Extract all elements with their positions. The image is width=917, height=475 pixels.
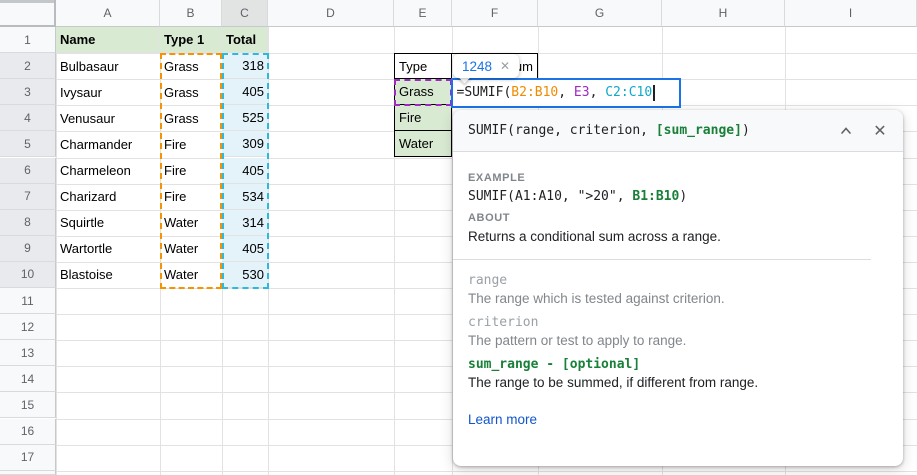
formula-token: , — [590, 85, 606, 100]
popup-actions: ✕ — [837, 122, 889, 140]
text-caret — [653, 85, 655, 101]
about-text: Returns a conditional sum across a range… — [468, 229, 887, 244]
function-signature: SUMIF(range, criterion, [sum_range]) — [468, 123, 837, 138]
example-sum-range: B1:B10 — [632, 189, 679, 204]
row-header-3[interactable]: 3 — [0, 79, 56, 105]
row-header-2[interactable]: 2 — [0, 53, 56, 79]
example-code: SUMIF(A1:A10, ">20", B1:B10) — [468, 189, 887, 204]
cell-A2[interactable]: Bulbasaur — [56, 53, 160, 79]
corner-strip — [0, 0, 54, 3]
row-header-15[interactable]: 15 — [0, 392, 56, 418]
param-name-sum-range: sum_range - [optional] — [468, 357, 887, 372]
column-header-A[interactable]: A — [56, 0, 160, 27]
result-preview-value: 1248 — [462, 59, 492, 74]
popup-divider — [453, 259, 871, 260]
select-all-corner[interactable] — [0, 0, 56, 27]
formula-input[interactable]: =SUMIF(B2:B10, E3, C2:C10 — [451, 78, 681, 108]
formula-token: C2:C10 — [605, 85, 652, 100]
cell-A4[interactable]: Venusaur — [56, 105, 160, 131]
row-header-6[interactable]: 6 — [0, 158, 56, 184]
example-suffix: ) — [679, 189, 687, 204]
cell-E5[interactable]: Water — [394, 131, 452, 157]
row-header-4[interactable]: 4 — [0, 105, 56, 131]
formula-token: =SUMIF( — [457, 85, 512, 100]
collapse-chevron-icon[interactable] — [837, 122, 855, 140]
row-header-partial — [0, 471, 56, 475]
column-header-G[interactable]: G — [538, 0, 662, 27]
result-preview-chip: 1248 ✕ — [453, 54, 519, 78]
column-header-C[interactable]: C — [222, 0, 268, 27]
row-header-8[interactable]: 8 — [0, 210, 56, 236]
cell-A5[interactable]: Charmander — [56, 131, 160, 157]
cell-A7[interactable]: Charizard — [56, 184, 160, 210]
row-header-9[interactable]: 9 — [0, 236, 56, 262]
column-header-F[interactable]: F — [452, 0, 538, 27]
cell-E2[interactable]: Type — [394, 53, 452, 79]
signature-prefix: SUMIF(range, criterion, — [468, 123, 656, 138]
function-help-header: SUMIF(range, criterion, [sum_range]) ✕ — [453, 110, 903, 152]
gridline-horizontal — [56, 471, 917, 472]
row-header-17[interactable]: 17 — [0, 445, 56, 471]
column-header-I[interactable]: I — [785, 0, 917, 27]
about-label: ABOUT — [468, 212, 887, 224]
close-icon[interactable]: ✕ — [871, 122, 889, 140]
cell-A10[interactable]: Blastoise — [56, 262, 160, 288]
row-header-7[interactable]: 7 — [0, 184, 56, 210]
formula-token: B2:B10 — [511, 85, 558, 100]
signature-optional-arg: [sum_range] — [656, 123, 742, 138]
signature-suffix: ) — [742, 123, 750, 138]
row-header-11[interactable]: 11 — [0, 288, 56, 314]
row-header-13[interactable]: 13 — [0, 340, 56, 366]
formula-token: E3 — [574, 85, 590, 100]
example-label: EXAMPLE — [468, 172, 887, 184]
row-header-16[interactable]: 16 — [0, 419, 56, 445]
column-header-B[interactable]: B — [160, 0, 222, 27]
header-cell-name[interactable]: Name — [56, 27, 160, 53]
cell-A9[interactable]: Wartortle — [56, 236, 160, 262]
param-desc-criterion: The pattern or test to apply to range. — [468, 333, 887, 348]
learn-more-link[interactable]: Learn more — [468, 412, 537, 427]
range-border-B2-B10[interactable] — [160, 53, 222, 289]
cell-A6[interactable]: Charmeleon — [56, 158, 160, 184]
range-border-C2-C10[interactable] — [222, 53, 269, 289]
row-header-14[interactable]: 14 — [0, 366, 56, 392]
param-name-range: range — [468, 273, 887, 288]
header-cell-type-1[interactable]: Type 1 — [160, 27, 222, 53]
spreadsheet: ABCDEFGHI1234567891011121314151617NameTy… — [0, 0, 917, 475]
cell-A8[interactable]: Squirtle — [56, 210, 160, 236]
popup-body: EXAMPLE SUMIF(A1:A10, ">20", B1:B10) ABO… — [453, 152, 903, 427]
chip-close-icon[interactable]: ✕ — [500, 59, 510, 73]
param-desc-sum-range: The range to be summed, if different fro… — [468, 375, 887, 390]
column-header-H[interactable]: H — [662, 0, 785, 27]
function-help-popup: SUMIF(range, criterion, [sum_range]) ✕ E… — [453, 110, 903, 466]
column-header-D[interactable]: D — [268, 0, 394, 27]
formula-token: , — [558, 85, 574, 100]
param-desc-range: The range which is tested against criter… — [468, 291, 887, 306]
cell-A3[interactable]: Ivysaur — [56, 79, 160, 105]
column-header-E[interactable]: E — [394, 0, 452, 27]
param-name-criterion: criterion — [468, 315, 887, 330]
row-header-12[interactable]: 12 — [0, 314, 56, 340]
criterion-cell-border-E3[interactable] — [394, 79, 452, 106]
row-header-5[interactable]: 5 — [0, 131, 56, 157]
cell-E4[interactable]: Fire — [394, 105, 452, 131]
row-header-1[interactable]: 1 — [0, 27, 56, 53]
row-header-10[interactable]: 10 — [0, 262, 56, 288]
header-cell-total[interactable]: Total — [222, 27, 268, 53]
example-prefix: SUMIF(A1:A10, ">20", — [468, 189, 632, 204]
